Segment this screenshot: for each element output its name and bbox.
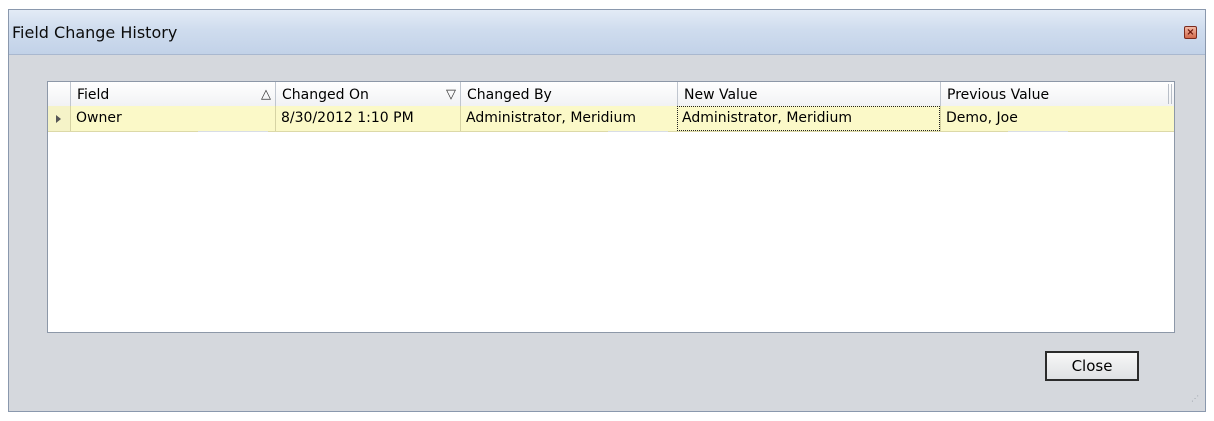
column-header-label: Changed On	[282, 87, 369, 103]
table-row[interactable]: Owner 8/30/2012 1:10 PM Administrator, M…	[48, 106, 1174, 132]
grid-divider	[608, 131, 668, 132]
change-history-grid: Field △ Changed On ▽ Changed By New Valu…	[47, 81, 1175, 333]
resize-grip-icon[interactable]: ⋰	[1189, 395, 1199, 407]
column-resize-handle[interactable]	[1168, 84, 1172, 104]
column-header-changed-on[interactable]: Changed On ▽	[275, 82, 460, 106]
column-header-previous-value[interactable]: Previous Value	[940, 82, 1168, 106]
cell-field[interactable]: Owner	[70, 106, 275, 131]
column-header-label: New Value	[684, 87, 758, 103]
field-change-history-dialog: Field Change History × Field △ Changed O…	[8, 9, 1206, 412]
title-bar[interactable]: Field Change History ×	[9, 10, 1205, 55]
column-header-new-value[interactable]: New Value	[677, 82, 940, 106]
cell-changed-on[interactable]: 8/30/2012 1:10 PM	[275, 106, 460, 131]
grid-header: Field △ Changed On ▽ Changed By New Valu…	[48, 82, 1174, 107]
cell-previous-value[interactable]: Demo, Joe	[940, 106, 1174, 131]
column-header-field[interactable]: Field △	[70, 82, 275, 106]
column-header-label: Field	[77, 87, 110, 103]
cell-changed-by[interactable]: Administrator, Meridium	[460, 106, 677, 131]
column-header-changed-by[interactable]: Changed By	[460, 82, 677, 106]
grid-divider	[1008, 131, 1068, 132]
grid-divider	[198, 131, 268, 132]
sort-descending-icon: ▽	[446, 87, 456, 102]
dialog-title: Field Change History	[12, 23, 178, 42]
sort-ascending-icon: △	[261, 87, 271, 102]
close-button[interactable]: Close	[1045, 351, 1139, 381]
cell-new-value[interactable]: Administrator, Meridium	[677, 106, 940, 131]
row-selector[interactable]	[48, 106, 71, 131]
close-window-icon[interactable]: ×	[1184, 26, 1197, 39]
column-header-label: Changed By	[467, 87, 552, 103]
column-header-label: Previous Value	[947, 87, 1050, 103]
current-row-arrow-icon	[56, 115, 61, 123]
